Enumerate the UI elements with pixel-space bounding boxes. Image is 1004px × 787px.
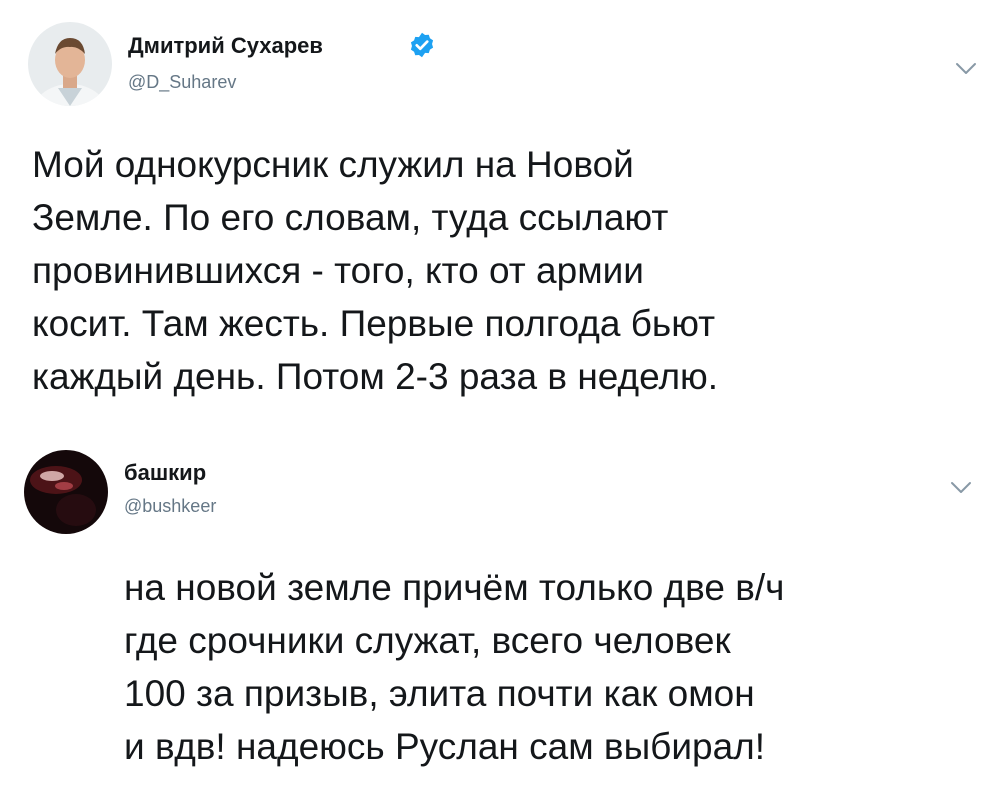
avatar[interactable] xyxy=(28,22,112,106)
author-handle[interactable]: @bushkeer xyxy=(124,496,216,517)
chevron-down-icon[interactable] xyxy=(955,62,977,76)
avatar-photo-icon xyxy=(24,450,108,534)
tweet-text: на новой земле причём только две в/ч где… xyxy=(124,567,785,767)
author-handle[interactable]: @D_Suharev xyxy=(128,72,236,93)
tweet-1: Дмитрий Сухарев @D_Suharev Мой однокурсн… xyxy=(0,0,1004,430)
chevron-down-icon[interactable] xyxy=(950,481,972,495)
tweet-2: башкир @bushkeer на новой земле причём т… xyxy=(0,430,1004,787)
verified-badge-icon xyxy=(410,32,434,58)
avatar[interactable] xyxy=(24,450,108,534)
avatar-photo-icon xyxy=(28,22,112,106)
tweet-text: Мой однокурсник служил на Новой Земле. П… xyxy=(32,144,719,397)
author-name[interactable]: Дмитрий Сухарев xyxy=(128,33,323,59)
author-name[interactable]: башкир xyxy=(124,460,206,486)
